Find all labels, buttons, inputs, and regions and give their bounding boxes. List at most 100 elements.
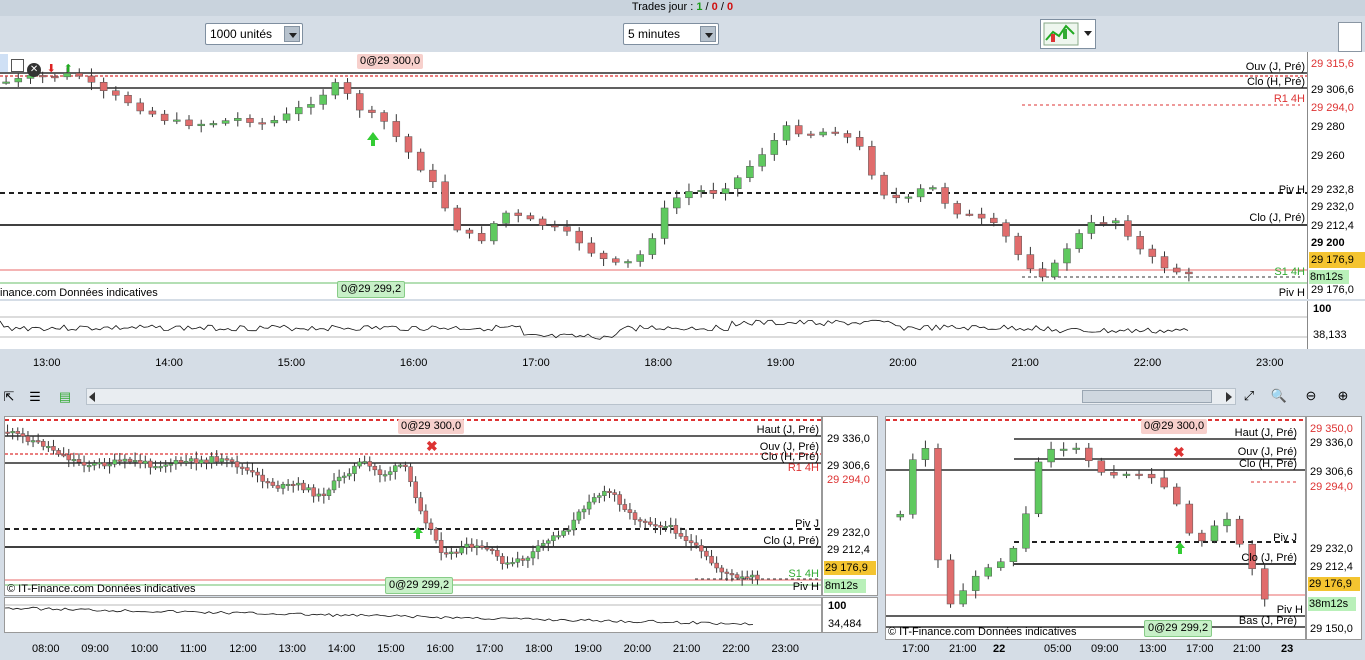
candle-body [75, 73, 84, 77]
auto-scale-icon[interactable]: ⤢ [1240, 387, 1258, 405]
candle-body [929, 187, 937, 190]
zoom-out-icon[interactable]: ⊖ [1302, 387, 1320, 405]
side-panel-button[interactable] [1338, 22, 1362, 52]
line-label-bas: Bas (J, Pré) [1238, 615, 1297, 627]
time-tick-label: 22:00 [1133, 357, 1162, 369]
candle-timer-label: 38m12s [1308, 597, 1356, 611]
current-price-label: 29 176,9 [1309, 252, 1365, 268]
candle-body [311, 487, 316, 497]
candle-body [571, 519, 577, 531]
candle-body [739, 576, 745, 579]
candle-body [204, 459, 209, 464]
price-label: 29 200 [1311, 237, 1345, 249]
candle-body [1173, 486, 1181, 505]
candle-body [551, 535, 556, 541]
cursor-icon[interactable]: ⇱ [0, 388, 18, 406]
candle-body [489, 548, 495, 551]
time-tick-label: 23 [1281, 643, 1294, 655]
candle-body [234, 118, 242, 121]
candle-body [673, 524, 679, 534]
main-chart[interactable]: ✕ ⬇ ⬆ 0@29 300,0 0@29 299,2 inance.com D… [0, 52, 1307, 299]
candle-body [112, 459, 117, 465]
trades-status-bar: Trades jour : 1 / 0 / 0 [0, 0, 1365, 16]
candle-body [71, 459, 77, 462]
candle-body [683, 536, 689, 541]
candle-body [393, 465, 398, 472]
list-icon[interactable]: ☰ [26, 388, 44, 406]
scroll-left-icon[interactable] [89, 392, 95, 402]
chevron-down-icon [1084, 31, 1092, 36]
candle-body [387, 471, 393, 475]
period-select[interactable]: 5 minutes [623, 23, 719, 45]
candle-body [66, 454, 72, 461]
candle-body [97, 462, 102, 465]
candle-body [2, 81, 10, 84]
zoom-fit-icon[interactable]: 🔍 [1270, 387, 1288, 405]
candle-body [490, 223, 498, 242]
time-tick-label: 23:00 [1256, 357, 1284, 369]
candle-body [250, 470, 255, 473]
candlestick-chart-icon [1043, 22, 1079, 46]
horizontal-scrollbar[interactable] [86, 388, 1236, 405]
candle-body [25, 435, 31, 442]
candle-body [997, 561, 1005, 568]
sell-arrow-icon[interactable]: ⬇ [44, 60, 58, 78]
indicators-icon[interactable]: ▤ [56, 388, 74, 406]
time-tick-label: 19:00 [766, 357, 795, 369]
candle-body [132, 460, 138, 463]
candle-body [946, 559, 955, 605]
trades-sep: / [705, 1, 709, 13]
candle-body [1051, 262, 1059, 278]
candle-body [124, 94, 132, 104]
price-label: 29 232,0 [1311, 201, 1354, 213]
chevron-down-icon[interactable] [700, 26, 716, 42]
trades-sep: / [720, 1, 724, 13]
candle-body [1111, 220, 1120, 224]
time-tick-label: 09:00 [81, 643, 109, 655]
time-tick-label: 18:00 [525, 643, 553, 655]
bottom-right-chart[interactable]: ✖ 0@29 300,0 0@29 299,2 © IT-Finance.com… [885, 416, 1306, 640]
candle-body [423, 510, 429, 524]
candle-body [362, 461, 367, 464]
candle-body [219, 458, 225, 463]
position-bottom-tag: 0@29 299,2 [337, 281, 406, 298]
candle-body [188, 458, 194, 462]
candle-body [721, 188, 730, 194]
chart-type-button[interactable] [1040, 19, 1096, 49]
candle-body [1059, 448, 1068, 451]
window-icon[interactable] [0, 54, 8, 72]
candle-body [831, 131, 840, 134]
square-icon[interactable] [11, 59, 25, 72]
sell-signal-mark: ✖ [1173, 444, 1185, 460]
quantity-select[interactable]: 1000 unités [205, 23, 303, 45]
candle-body [1223, 518, 1231, 527]
candle-body [1038, 268, 1047, 278]
bottom-left-chart[interactable]: ✖ 0@29 300,0 0@29 299,2 © IT-Finance.com… [4, 416, 822, 596]
time-tick-label: 14:00 [327, 643, 356, 655]
buy-arrow-icon[interactable]: ⬆ [61, 60, 75, 78]
time-tick-label: 19:00 [574, 643, 602, 655]
time-tick-label: 14:00 [155, 357, 183, 369]
scroll-right-icon[interactable] [1226, 392, 1232, 402]
candle-body [965, 213, 974, 216]
time-tick-label: 11:00 [179, 643, 207, 655]
chevron-down-icon[interactable] [284, 26, 300, 42]
candle-body [61, 454, 66, 457]
candle-body [495, 550, 500, 557]
chart-icon-row: ✕ ⬇ ⬆ [0, 54, 75, 78]
candle-body [709, 555, 714, 564]
candle-body [500, 556, 505, 564]
time-tick-label: 20:00 [623, 643, 652, 655]
candle-body [449, 551, 454, 554]
zoom-in-icon[interactable]: ⊕ [1334, 387, 1352, 405]
time-tick-label: 13:00 [1139, 643, 1167, 655]
time-tick-label: 17:00 [475, 643, 504, 655]
close-icon[interactable]: ✕ [27, 63, 42, 77]
scroll-thumb[interactable] [1082, 390, 1212, 403]
candle-body [540, 543, 546, 547]
candle-body [454, 551, 459, 554]
buy-signal-arrow [367, 132, 379, 146]
candle-body [229, 459, 235, 462]
candle-body [209, 456, 214, 464]
candle-body [868, 146, 876, 176]
